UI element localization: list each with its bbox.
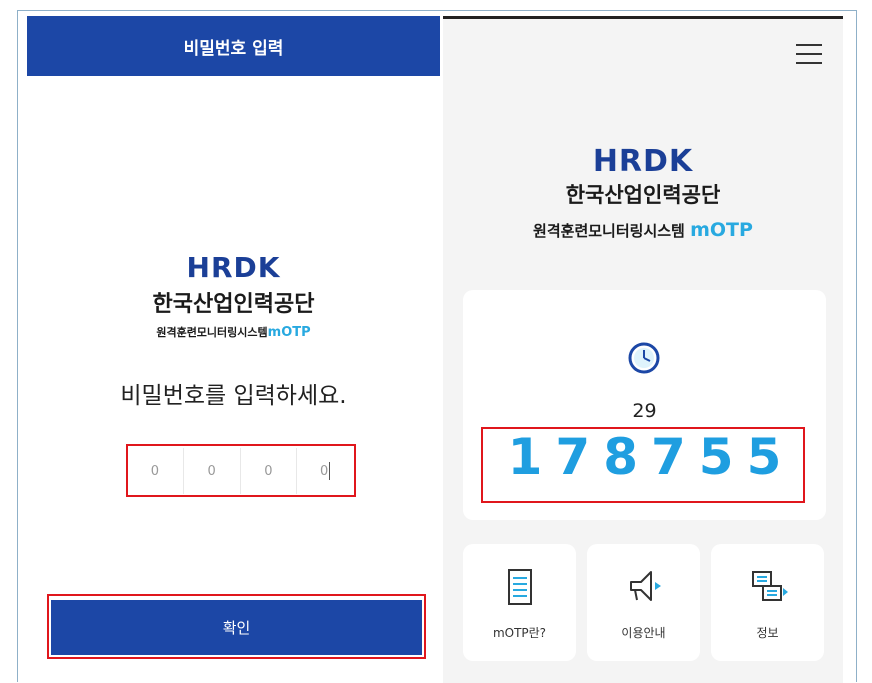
hrdk-logo: HRDK [592,144,694,179]
tile-info[interactable]: 정보 [711,544,824,661]
org-name: 한국산업인력공단 [152,292,315,317]
top-divider [443,16,843,19]
tile-label: 이용안내 [621,626,666,640]
logo: HRDK 한국산업인력공단 원격훈련모니터링시스템 mOTP [443,144,843,241]
tile-usage-guide[interactable]: 이용안내 [587,544,700,661]
org-name: 한국산업인력공단 [565,183,721,207]
password-screen: 비밀번호 입력 HRDK 한국산업인력공단 원격훈련모니터링시스템mOTP 비밀… [27,16,440,683]
tile-motp-info[interactable]: mOTP란? [463,544,576,661]
otp-screen: HRDK 한국산업인력공단 원격훈련모니터링시스템 mOTP 29 178755… [443,16,843,683]
megaphone-icon [630,571,661,601]
confirm-highlight-box [47,594,426,659]
document-icon [508,569,532,605]
pin-highlight-box [126,444,356,497]
chat-bubbles-icon [752,571,788,601]
password-prompt: 비밀번호를 입력하세요. [120,383,347,409]
system-name: 원격훈련모니터링시스템 mOTP [533,219,753,241]
hrdk-logo: HRDK [186,251,281,284]
page-title: 비밀번호 입력 [183,38,284,59]
logo: HRDK 한국산업인력공단 원격훈련모니터링시스템mOTP [27,251,440,340]
clock-icon [628,342,660,374]
tile-label: mOTP란? [492,626,547,640]
page-header: 비밀번호 입력 [27,16,440,76]
otp-timer: 29 [632,400,657,422]
system-name: 원격훈련모니터링시스템mOTP [156,325,311,340]
tile-label: 정보 [756,626,779,640]
hamburger-menu-icon[interactable] [796,44,822,64]
otp-highlight-box [481,427,805,503]
